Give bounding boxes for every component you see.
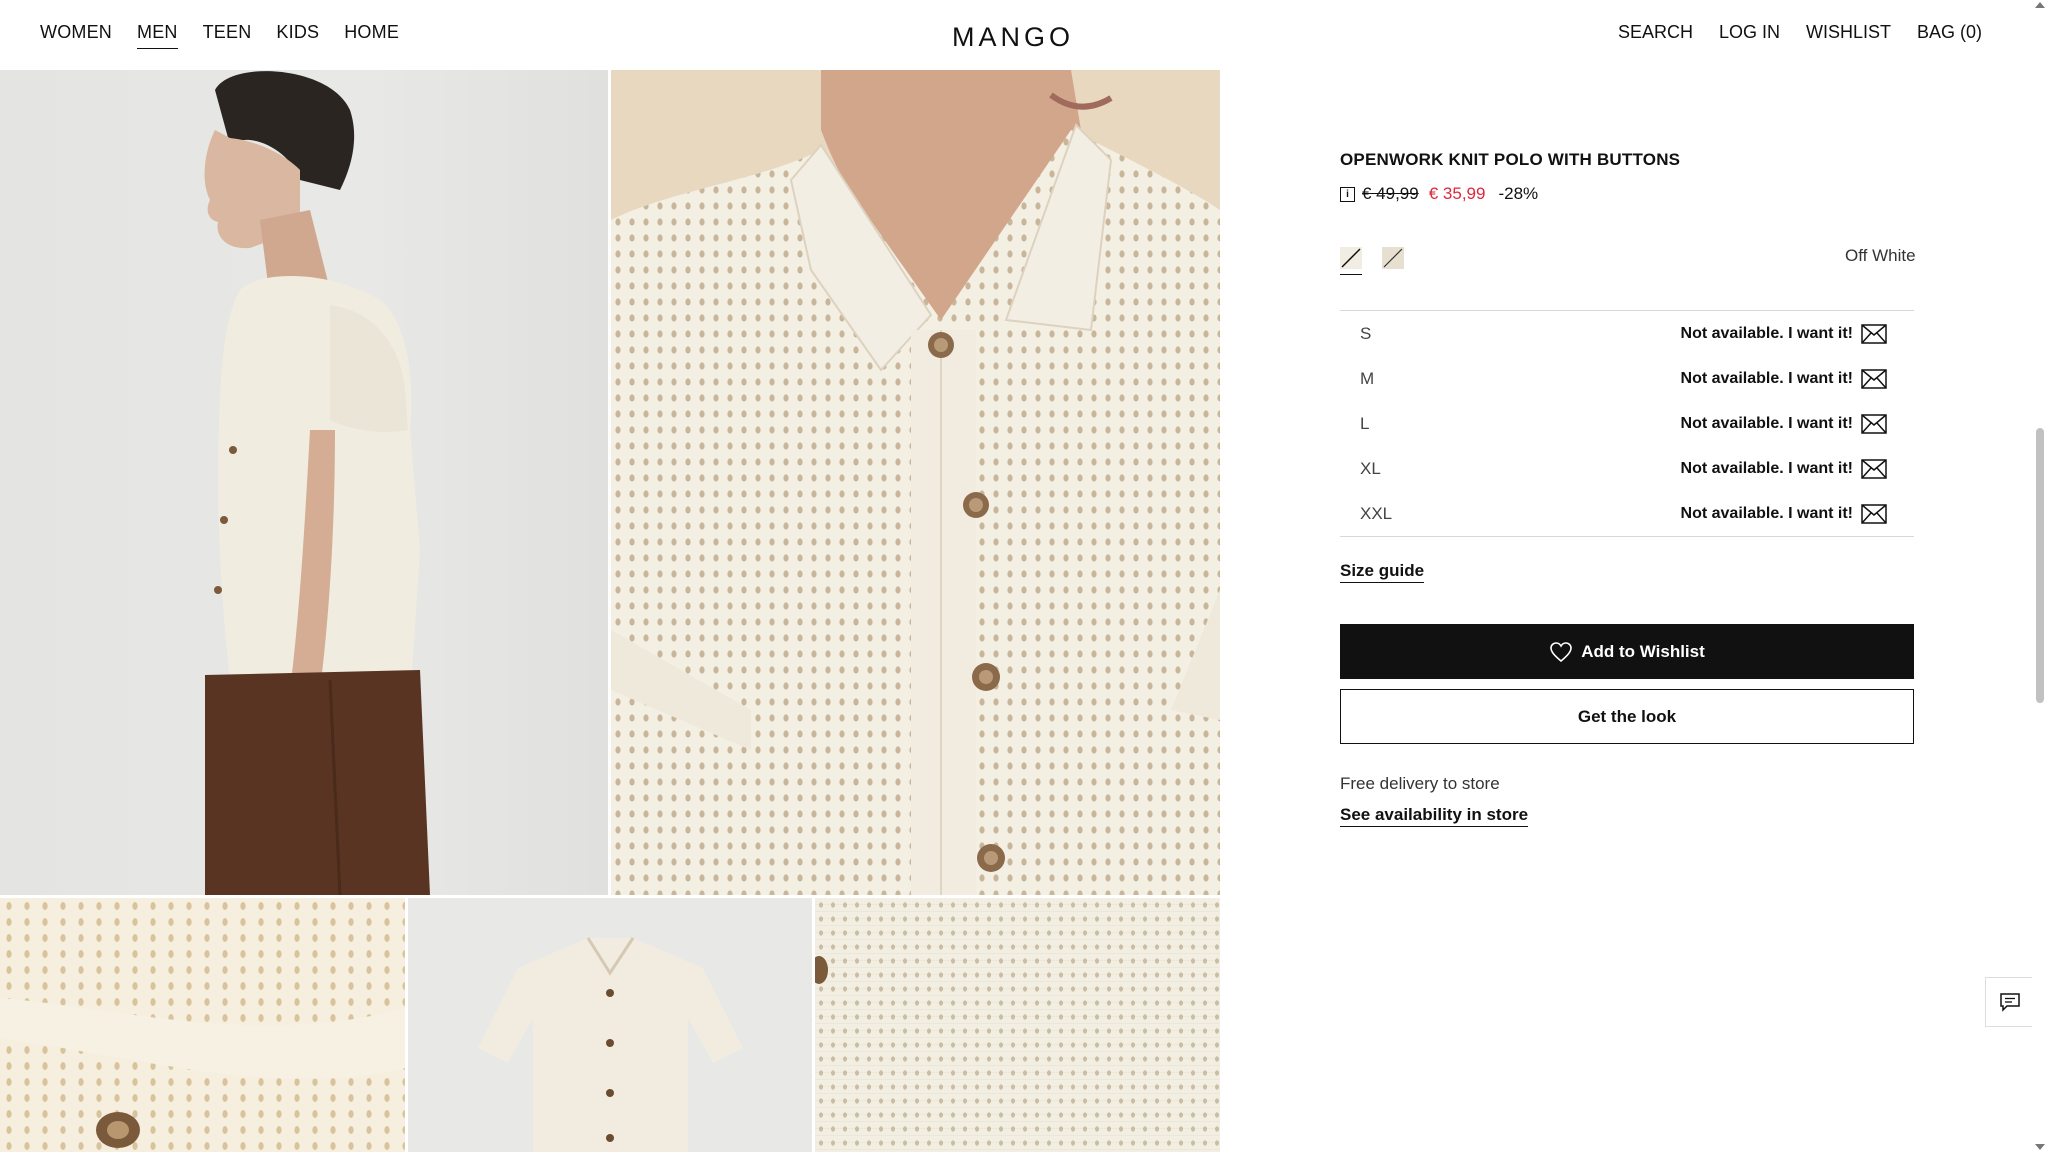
notify-text: Not available. I want it! (1680, 504, 1853, 522)
size-label: S (1360, 323, 1372, 343)
size-label: XXL (1360, 503, 1393, 523)
size-row-m[interactable]: M Not available. I want it! (1340, 356, 1914, 401)
scroll-down-arrow-icon[interactable] (2035, 1144, 2045, 1150)
bag-link[interactable]: BAG (0) (1917, 22, 1982, 43)
add-to-wishlist-button[interactable]: Add to Wishlist (1340, 624, 1914, 679)
closeup-illustration (611, 70, 1220, 895)
nav-women[interactable]: WOMEN (40, 22, 112, 49)
size-row-s[interactable]: S Not available. I want it! (1340, 311, 1914, 356)
account-nav: SEARCH LOG IN WISHLIST BAG (0) (1618, 22, 1982, 43)
nav-teen[interactable]: TEEN (203, 22, 252, 49)
selected-color-name: Off White (1845, 246, 1916, 265)
swatch-beige-icon (1382, 247, 1404, 269)
chat-icon (2000, 993, 2020, 1012)
scroll-thumb[interactable] (2036, 428, 2044, 703)
size-status: Not available. I want it! (1680, 368, 1887, 389)
product-image-side-view[interactable] (0, 70, 608, 895)
size-status: Not available. I want it! (1680, 503, 1887, 524)
mango-logo[interactable]: MANGO (952, 22, 1074, 53)
discount-badge: -28% (1498, 184, 1539, 203)
size-status: Not available. I want it! (1680, 458, 1887, 479)
info-icon[interactable]: i (1340, 186, 1355, 202)
flat-lay-illustration (478, 937, 743, 1152)
get-the-look-label: Get the look (1577, 706, 1677, 726)
price-row: i € 49,99 € 35,99 -28% (1340, 184, 1538, 204)
size-label: M (1360, 368, 1375, 388)
size-row-xxl[interactable]: XXL Not available. I want it! (1340, 491, 1914, 536)
search-link[interactable]: SEARCH (1618, 22, 1693, 43)
knit-texture-illustration (815, 956, 828, 984)
original-price: € 49,99 (1362, 184, 1419, 203)
envelope-icon[interactable] (1861, 503, 1887, 524)
get-the-look-button[interactable]: Get the look (1340, 689, 1914, 744)
envelope-icon[interactable] (1861, 323, 1887, 344)
size-row-xl[interactable]: XL Not available. I want it! (1340, 446, 1914, 491)
notify-text: Not available. I want it! (1680, 369, 1853, 387)
model-side-illustration (204, 71, 430, 895)
size-label: XL (1360, 458, 1381, 478)
envelope-icon[interactable] (1861, 458, 1887, 479)
add-to-wishlist-label: Add to Wishlist (1581, 641, 1705, 661)
scroll-up-arrow-icon[interactable] (2035, 2, 2045, 8)
store-availability-link[interactable]: See availability in store (1340, 805, 1529, 827)
size-row-l[interactable]: L Not available. I want it! (1340, 401, 1914, 446)
notify-text: Not available. I want it! (1680, 324, 1853, 342)
product-image-flat-lay[interactable] (408, 898, 812, 1152)
color-swatch-beige[interactable] (1382, 247, 1404, 271)
size-guide-link[interactable]: Size guide (1340, 561, 1425, 583)
login-link[interactable]: LOG IN (1719, 22, 1780, 43)
sale-price: € 35,99 (1428, 184, 1486, 203)
main-nav: WOMEN MEN TEEN KIDS HOME (40, 22, 399, 49)
color-swatch-off-white[interactable] (1340, 247, 1362, 275)
envelope-icon[interactable] (1861, 413, 1887, 434)
color-swatches (1340, 247, 1404, 275)
notify-text: Not available. I want it! (1680, 414, 1853, 432)
product-gallery (0, 70, 1220, 1152)
nav-men[interactable]: MEN (137, 22, 178, 49)
chat-button[interactable] (1985, 977, 2035, 1027)
wishlist-link[interactable]: WISHLIST (1806, 22, 1891, 43)
heart-icon (1550, 641, 1573, 662)
envelope-icon[interactable] (1861, 368, 1887, 389)
product-title: OPENWORK KNIT POLO WITH BUTTONS (1340, 150, 1681, 169)
fabric-detail-illustration (0, 998, 405, 1148)
product-image-front-closeup[interactable] (611, 70, 1220, 895)
page-scrollbar[interactable] (2032, 0, 2048, 1152)
delivery-info: Free delivery to store (1340, 774, 1500, 793)
site-header: WOMEN MEN TEEN KIDS HOME MANGO SEARCH LO… (0, 0, 2032, 70)
size-status: Not available. I want it! (1680, 413, 1887, 434)
product-image-fabric-detail[interactable] (0, 898, 405, 1152)
notify-text: Not available. I want it! (1680, 459, 1853, 477)
nav-kids[interactable]: KIDS (276, 22, 319, 49)
nav-home[interactable]: HOME (344, 22, 399, 49)
swatch-off-white-icon (1340, 247, 1362, 269)
size-status: Not available. I want it! (1680, 323, 1887, 344)
product-image-knit-texture[interactable] (815, 898, 1220, 1152)
size-label: L (1360, 413, 1370, 433)
size-list: S Not available. I want it! M Not availa… (1340, 310, 1914, 537)
